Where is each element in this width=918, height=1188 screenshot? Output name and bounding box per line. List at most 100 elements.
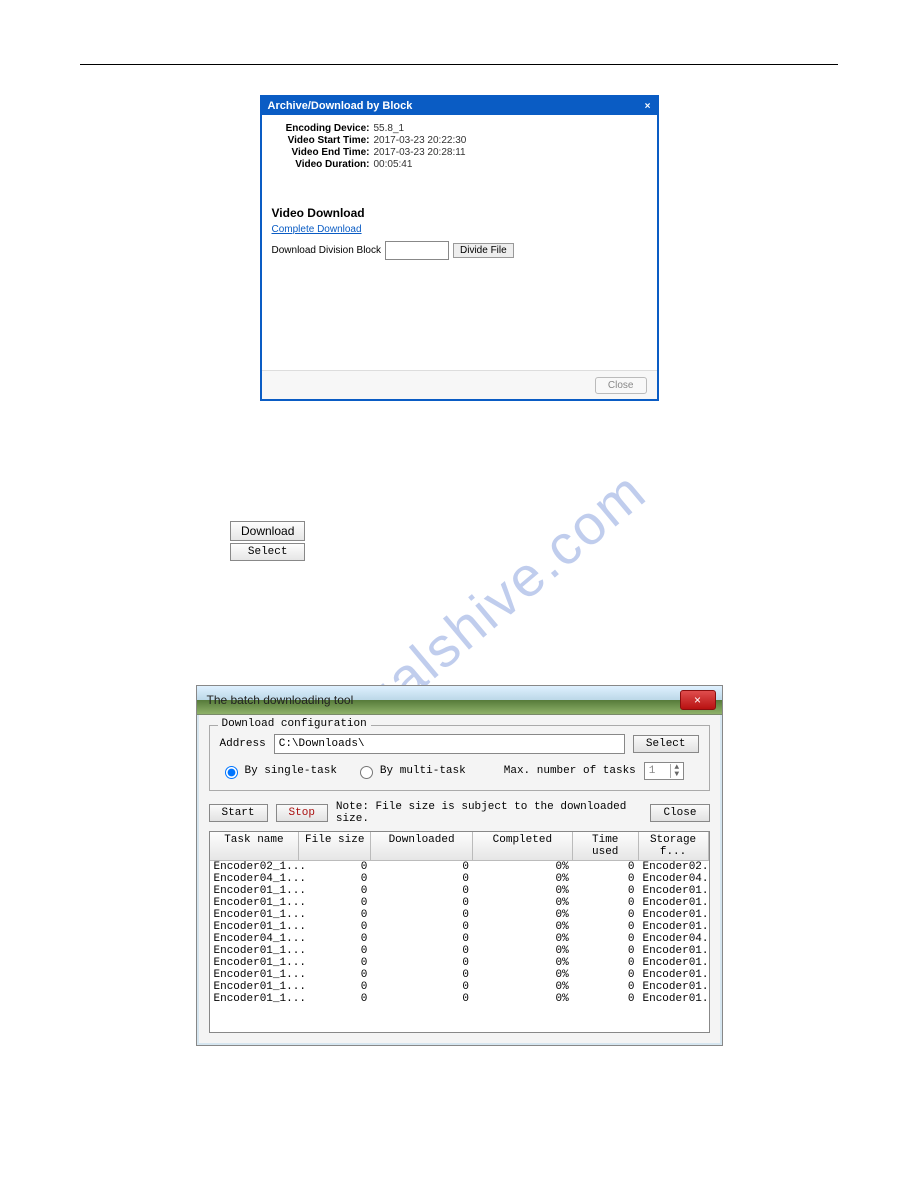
table-row[interactable]: Encoder01_1...000%0Encoder01... xyxy=(210,993,709,1005)
multi-task-label: By multi-task xyxy=(380,765,466,777)
cell-task: Encoder02_1... xyxy=(210,861,300,873)
start-button[interactable]: Start xyxy=(209,804,268,822)
cell-time: 0 xyxy=(573,969,639,981)
cell-task: Encoder01_1... xyxy=(210,897,300,909)
table-header: Task name File size Downloaded Completed… xyxy=(210,832,709,861)
cell-completed: 0% xyxy=(473,909,573,921)
cell-time: 0 xyxy=(573,957,639,969)
close-button[interactable]: Close xyxy=(595,377,647,394)
col-task-name[interactable]: Task name xyxy=(210,832,300,860)
dialog-title: Archive/Download by Block xyxy=(268,100,413,112)
cell-time: 0 xyxy=(573,897,639,909)
encoding-device-value: 55.8_1 xyxy=(374,123,405,134)
col-completed[interactable]: Completed xyxy=(473,832,573,860)
task-table: Task name File size Downloaded Completed… xyxy=(209,831,710,1033)
table-body: Encoder02_1...000%0Encoder02...Encoder04… xyxy=(210,861,709,1005)
video-duration-row: Video Duration: 00:05:41 xyxy=(272,159,647,170)
cell-storage: Encoder01... xyxy=(639,945,709,957)
cell-downloaded: 0 xyxy=(371,861,473,873)
multi-task-radio[interactable]: By multi-task xyxy=(355,763,466,779)
col-time-used[interactable]: Time used xyxy=(573,832,639,860)
cell-storage: Encoder04... xyxy=(639,873,709,885)
close-icon[interactable]: × xyxy=(645,101,651,112)
note-text: Note: File size is subject to the downlo… xyxy=(336,801,643,825)
cell-size: 0 xyxy=(300,969,372,981)
close-batch-button[interactable]: Close xyxy=(650,804,709,822)
col-storage[interactable]: Storage f... xyxy=(639,832,709,860)
video-start-label: Video Start Time: xyxy=(272,135,374,146)
cell-time: 0 xyxy=(573,993,639,1005)
cell-time: 0 xyxy=(573,873,639,885)
stop-button[interactable]: Stop xyxy=(276,804,328,822)
cell-completed: 0% xyxy=(473,873,573,885)
single-task-radio[interactable]: By single-task xyxy=(220,763,337,779)
cell-time: 0 xyxy=(573,885,639,897)
address-input[interactable] xyxy=(274,734,625,754)
cell-task: Encoder01_1... xyxy=(210,957,300,969)
cell-completed: 0% xyxy=(473,969,573,981)
col-file-size[interactable]: File size xyxy=(299,832,371,860)
table-row[interactable]: Encoder01_1...000%0Encoder01... xyxy=(210,969,709,981)
cell-downloaded: 0 xyxy=(371,969,473,981)
select-path-button[interactable]: Select xyxy=(633,735,699,753)
select-button[interactable]: Select xyxy=(230,543,305,561)
cell-storage: Encoder01... xyxy=(639,897,709,909)
divide-file-button[interactable]: Divide File xyxy=(453,243,514,258)
cell-size: 0 xyxy=(300,981,372,993)
video-duration-label: Video Duration: xyxy=(272,159,374,170)
window-close-button[interactable]: × xyxy=(680,690,716,710)
cell-downloaded: 0 xyxy=(371,981,473,993)
cell-downloaded: 0 xyxy=(371,957,473,969)
spinner-arrows-icon[interactable]: ▲▼ xyxy=(670,764,683,778)
table-row[interactable]: Encoder02_1...000%0Encoder02... xyxy=(210,861,709,873)
cell-time: 0 xyxy=(573,945,639,957)
divider xyxy=(80,64,838,65)
cell-storage: Encoder01... xyxy=(639,909,709,921)
cell-storage: Encoder01... xyxy=(639,885,709,897)
cell-storage: Encoder02... xyxy=(639,861,709,873)
video-start-value: 2017-03-23 20:22:30 xyxy=(374,135,467,146)
cell-downloaded: 0 xyxy=(371,993,473,1005)
video-start-row: Video Start Time: 2017-03-23 20:22:30 xyxy=(272,135,647,146)
cell-time: 0 xyxy=(573,861,639,873)
table-row[interactable]: Encoder04_1...000%0Encoder04... xyxy=(210,873,709,885)
cell-completed: 0% xyxy=(473,993,573,1005)
table-row[interactable]: Encoder01_1...000%0Encoder01... xyxy=(210,885,709,897)
multi-task-radio-input[interactable] xyxy=(360,766,373,779)
table-row[interactable]: Encoder01_1...000%0Encoder01... xyxy=(210,945,709,957)
table-row[interactable]: Encoder04_1...000%0Encoder04... xyxy=(210,933,709,945)
table-row[interactable]: Encoder01_1...000%0Encoder01... xyxy=(210,909,709,921)
single-task-radio-input[interactable] xyxy=(225,766,238,779)
complete-download-link[interactable]: Complete Download xyxy=(272,224,362,235)
table-row[interactable]: Encoder01_1...000%0Encoder01... xyxy=(210,957,709,969)
cell-time: 0 xyxy=(573,981,639,993)
encoding-device-label: Encoding Device: xyxy=(272,123,374,134)
cell-time: 0 xyxy=(573,933,639,945)
video-end-row: Video End Time: 2017-03-23 20:28:11 xyxy=(272,147,647,158)
cell-task: Encoder04_1... xyxy=(210,933,300,945)
max-tasks-value: 1 xyxy=(649,765,656,777)
cell-downloaded: 0 xyxy=(371,885,473,897)
cell-completed: 0% xyxy=(473,981,573,993)
cell-size: 0 xyxy=(300,921,372,933)
cell-task: Encoder01_1... xyxy=(210,921,300,933)
cell-downloaded: 0 xyxy=(371,909,473,921)
table-row[interactable]: Encoder01_1...000%0Encoder01... xyxy=(210,897,709,909)
max-tasks-spinner[interactable]: 1 ▲▼ xyxy=(644,762,684,780)
division-block-input[interactable] xyxy=(385,241,449,260)
col-downloaded[interactable]: Downloaded xyxy=(371,832,473,860)
download-button[interactable]: Download xyxy=(230,521,305,541)
batch-download-dialog: The batch downloading tool × Download co… xyxy=(196,685,723,1046)
cell-storage: Encoder01... xyxy=(639,993,709,1005)
window-titlebar: The batch downloading tool × xyxy=(197,686,722,715)
download-config-group: Download configuration Address Select By… xyxy=(209,725,710,791)
cell-storage: Encoder01... xyxy=(639,981,709,993)
video-download-heading: Video Download xyxy=(272,206,647,220)
cell-task: Encoder01_1... xyxy=(210,981,300,993)
max-tasks-label: Max. number of tasks xyxy=(504,765,636,777)
video-duration-value: 00:05:41 xyxy=(374,159,413,170)
cell-completed: 0% xyxy=(473,885,573,897)
table-row[interactable]: Encoder01_1...000%0Encoder01... xyxy=(210,921,709,933)
window-title: The batch downloading tool xyxy=(207,693,354,707)
table-row[interactable]: Encoder01_1...000%0Encoder01... xyxy=(210,981,709,993)
